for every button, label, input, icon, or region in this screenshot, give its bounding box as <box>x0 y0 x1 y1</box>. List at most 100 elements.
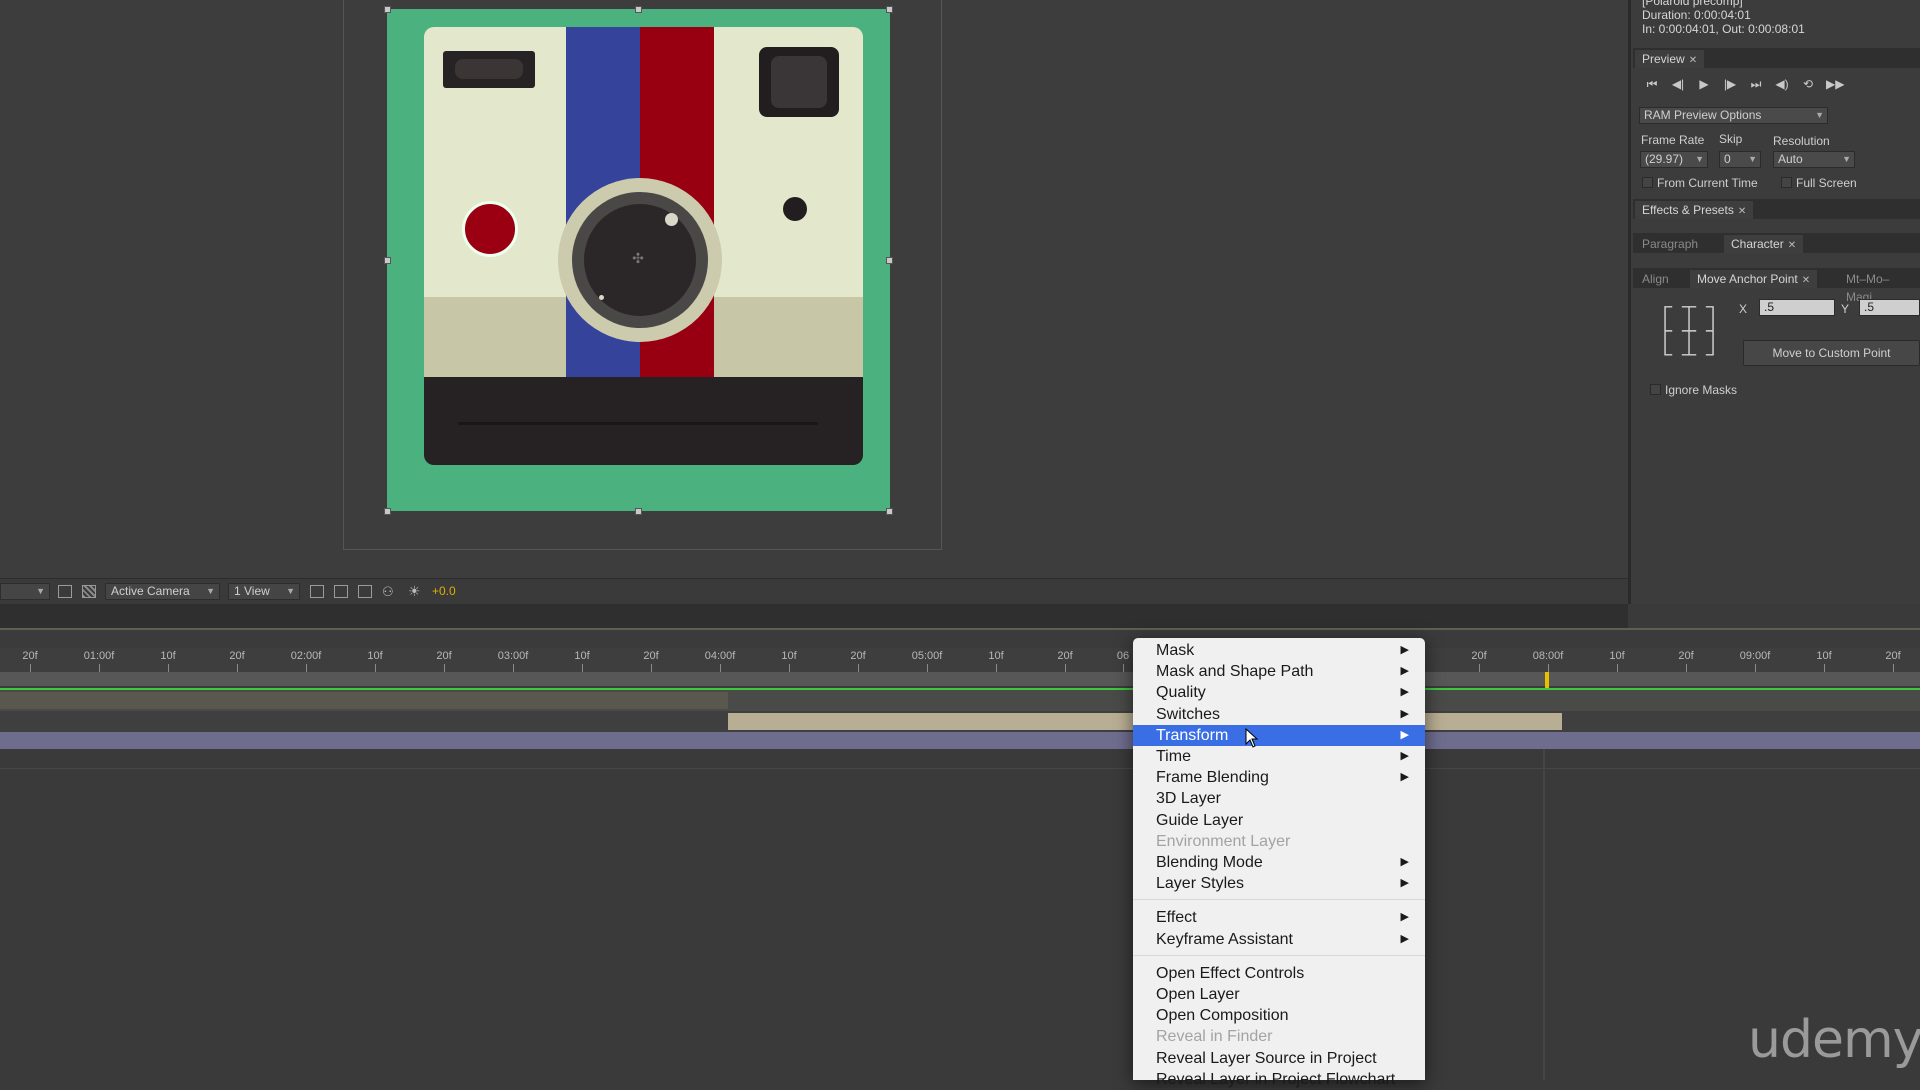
time-navigator-bar[interactable] <box>0 672 1920 686</box>
menu-item-label: Open Composition <box>1156 1007 1289 1025</box>
selection-handle-bottom-center[interactable] <box>635 508 642 515</box>
next-frame-icon[interactable]: |▶ <box>1722 77 1738 91</box>
previous-frame-icon[interactable]: ◀| <box>1670 77 1686 91</box>
anchor-top-right-icon[interactable]: ┐ <box>1701 297 1725 317</box>
anchor-y-value: .5 <box>1864 300 1875 314</box>
selection-handle-bottom-right[interactable] <box>886 508 893 515</box>
ruler-tick-label: 20f <box>1471 650 1487 662</box>
menu-item-transform[interactable]: Transform ▶ <box>1133 724 1425 746</box>
anchor-top-left-icon[interactable]: ┌ <box>1653 297 1677 317</box>
selection-handle-top-left[interactable] <box>384 6 391 13</box>
anchor-middle-right-icon[interactable]: ┤ <box>1701 321 1725 341</box>
selection-handle-middle-right[interactable] <box>886 257 893 264</box>
menu-item-blending-mode[interactable]: Blending Mode ▶ <box>1133 852 1425 873</box>
tab-align[interactable]: Align <box>1635 270 1676 288</box>
tab-mt-mo[interactable]: Mt–Mo–Magi <box>1839 270 1920 304</box>
close-icon[interactable]: ✕ <box>1738 206 1746 217</box>
ruler-tick-label: 01:00f <box>83 650 115 662</box>
anchor-bottom-right-icon[interactable]: ┘ <box>1701 345 1725 365</box>
menu-item-layer-styles[interactable]: Layer Styles ▶ <box>1133 873 1425 894</box>
audio-icon[interactable]: ◀) <box>1774 77 1790 91</box>
layer-context-menu: Mask ▶ Mask and Shape Path ▶ Quality ▶ Switche… <box>1133 638 1425 1088</box>
selection-handle-middle-left[interactable] <box>384 257 391 264</box>
ram-preview-icon[interactable]: ▶▶ <box>1826 77 1844 91</box>
resolution-dropdown[interactable]: Auto ▼ <box>1773 151 1855 168</box>
tab-effects-presets[interactable]: Effects & Presets ✕ <box>1635 201 1754 219</box>
submenu-arrow-icon: ▶ <box>1400 932 1409 945</box>
anchor-top-center-icon[interactable]: ┬ <box>1677 297 1701 317</box>
toggle-pixel-aspect-icon[interactable] <box>310 585 324 598</box>
play-icon[interactable]: ▶ <box>1696 77 1712 91</box>
close-icon[interactable]: ✕ <box>1802 275 1810 286</box>
menu-item-mask[interactable]: Mask ▶ <box>1133 640 1425 661</box>
skip-dropdown[interactable]: 0 ▼ <box>1719 151 1761 168</box>
tab-preview[interactable]: Preview ✕ <box>1635 50 1705 68</box>
last-frame-icon[interactable]: ⏭ <box>1748 77 1764 91</box>
anchor-y-field[interactable]: .5 <box>1859 299 1920 316</box>
menu-item-switches[interactable]: Switches ▶ <box>1133 704 1425 725</box>
menu-item-guide-layer[interactable]: Guide Layer <box>1133 810 1425 831</box>
layer-bar-1[interactable] <box>0 692 728 709</box>
selection-handle-top-center[interactable] <box>635 6 642 13</box>
submenu-arrow-icon: ▶ <box>1400 856 1409 868</box>
exposure-icon[interactable]: ☀ <box>408 584 422 598</box>
menu-item-open-effect-controls[interactable]: Open Effect Controls <box>1133 963 1425 984</box>
close-icon[interactable]: ✕ <box>1689 55 1697 66</box>
frame-rate-dropdown[interactable]: (29.97) ▼ <box>1640 151 1708 168</box>
close-icon[interactable]: ✕ <box>1788 240 1796 251</box>
menu-item-frame-blending[interactable]: Frame Blending ▶ <box>1133 767 1425 788</box>
time-ruler[interactable]: 20f 01:00f 10f 20f 02:00f 10f 20f 03:00f 10f 20f 0… <box>0 648 1920 672</box>
anchor-position-grid[interactable]: ┌ ┬ ┐ ├ ┼ ┤ └ ┴ ┘ <box>1653 297 1725 369</box>
selection-handle-top-right[interactable] <box>886 6 893 13</box>
from-current-time-checkbox[interactable] <box>1642 177 1653 188</box>
menu-item-open-composition[interactable]: Open Composition <box>1133 1005 1425 1026</box>
from-current-time-label: From Current Time <box>1657 176 1758 190</box>
menu-item-label: Effect <box>1156 909 1197 927</box>
layer-track-3-selected[interactable] <box>0 732 1920 749</box>
anchor-x-value: .5 <box>1764 300 1775 314</box>
tab-move-anchor-point[interactable]: Move Anchor Point ✕ <box>1690 270 1818 288</box>
anchor-center-icon[interactable]: ┼ <box>1677 321 1701 341</box>
move-to-custom-point-button[interactable]: Move to Custom Point <box>1743 340 1920 366</box>
menu-item-reveal-layer-source-in-project[interactable]: Reveal Layer Source in Project <box>1133 1048 1425 1069</box>
first-frame-icon[interactable]: ⏮ <box>1644 77 1660 91</box>
menu-item-time[interactable]: Time ▶ <box>1133 746 1425 767</box>
transparency-grid-icon[interactable] <box>82 585 96 598</box>
udemy-watermark: udemy <box>1748 1010 1920 1070</box>
flowchart-icon[interactable]: ⚇ <box>382 585 396 598</box>
anchor-middle-left-icon[interactable]: ├ <box>1653 321 1677 341</box>
anchor-point-icon[interactable]: ✣ <box>630 250 646 266</box>
tab-character-label: Character <box>1731 237 1784 251</box>
fast-previews-icon[interactable] <box>334 585 348 598</box>
tab-character[interactable]: Character ✕ <box>1724 235 1804 253</box>
anchor-bottom-center-icon[interactable]: ┴ <box>1677 345 1701 365</box>
menu-item-open-layer[interactable]: Open Layer <box>1133 984 1425 1005</box>
exposure-value[interactable]: +0.0 <box>432 584 456 598</box>
menu-item-reveal-layer-in-project-flowchart[interactable]: Reveal Layer in Project Flowchart <box>1133 1069 1425 1090</box>
menu-item-3d-layer[interactable]: 3D Layer <box>1133 788 1425 809</box>
tab-paragraph[interactable]: Paragraph <box>1635 235 1705 253</box>
selection-handle-bottom-left[interactable] <box>384 508 391 515</box>
current-time-indicator[interactable] <box>1545 672 1549 688</box>
magnification-dropdown[interactable]: ▼ <box>0 583 50 600</box>
submenu-arrow-icon: ▶ <box>1400 771 1409 784</box>
tab-paragraph-label: Paragraph <box>1642 237 1699 251</box>
ignore-masks-checkbox[interactable] <box>1650 384 1661 395</box>
ram-preview-options-dropdown[interactable]: RAM Preview Options ▼ <box>1639 107 1828 124</box>
view-layout-dropdown[interactable]: 1 View ▼ <box>228 583 300 600</box>
anchor-x-field[interactable]: .5 <box>1759 299 1835 316</box>
loop-icon[interactable]: ⟲ <box>1800 77 1816 91</box>
ruler-tick <box>927 664 928 672</box>
timeline-icon[interactable] <box>358 585 372 598</box>
anchor-bottom-left-icon[interactable]: └ <box>1653 345 1677 365</box>
region-of-interest-icon[interactable] <box>58 585 72 598</box>
menu-item-quality[interactable]: Quality ▶ <box>1133 682 1425 703</box>
ruler-tick <box>444 664 445 672</box>
full-screen-checkbox[interactable] <box>1781 177 1792 188</box>
menu-item-mask-and-shape-path[interactable]: Mask and Shape Path ▶ <box>1133 661 1425 682</box>
menu-item-keyframe-assistant[interactable]: Keyframe Assistant ▶ <box>1133 929 1425 950</box>
menu-item-effect[interactable]: Effect ▶ <box>1133 907 1425 928</box>
chevron-down-icon: ▼ <box>286 586 295 596</box>
menu-item-label: Switches <box>1156 705 1221 723</box>
camera-view-dropdown[interactable]: Active Camera ▼ <box>105 583 220 600</box>
